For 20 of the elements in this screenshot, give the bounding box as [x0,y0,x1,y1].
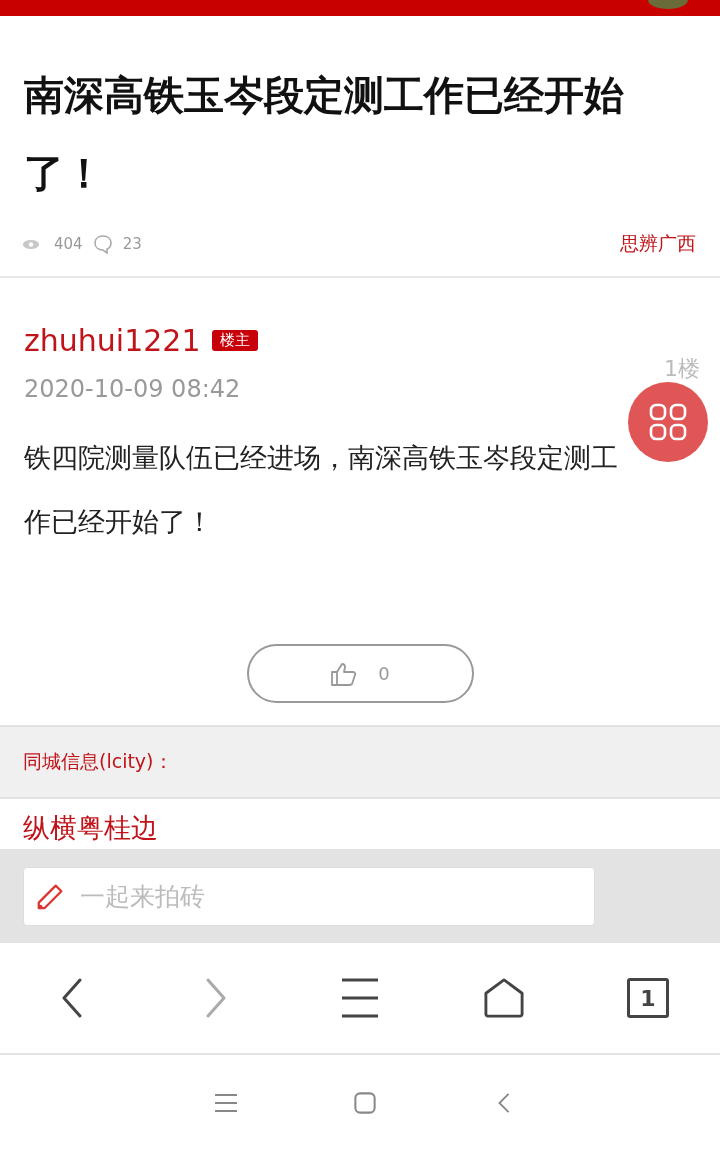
forum-link[interactable]: 思辨广西 [620,231,696,257]
comment-icon [92,234,113,254]
post-time: 2020-10-09 08:42 [24,375,241,403]
menu-icon[interactable] [340,978,380,1018]
floor-number: 1楼 [664,355,700,383]
home-icon[interactable] [484,978,524,1018]
author-name[interactable]: zhuhui1221 [24,322,201,358]
post-title: 南深高铁玉岑段定测工作已经开始了！ [23,71,625,198]
comment-count: 23 [122,235,142,253]
op-badge: 楼主 [212,329,259,351]
post-content: 铁四院测量队伍已经进场，南深高铁玉岑段定测工作已经开始了！ [24,441,619,539]
grid-icon [649,403,687,441]
back-icon[interactable] [60,978,84,1018]
city-info-label: 同城信息(lcity)： [23,749,173,774]
view-count: 404 [54,235,83,253]
city-item-title[interactable]: 纵横粤桂边 [23,812,158,844]
thumbs-up-icon [330,660,359,687]
tabs-button[interactable]: 1 [627,978,669,1018]
comment-field[interactable]: 一起来拍砖 [23,866,595,926]
eye-icon [22,238,40,250]
